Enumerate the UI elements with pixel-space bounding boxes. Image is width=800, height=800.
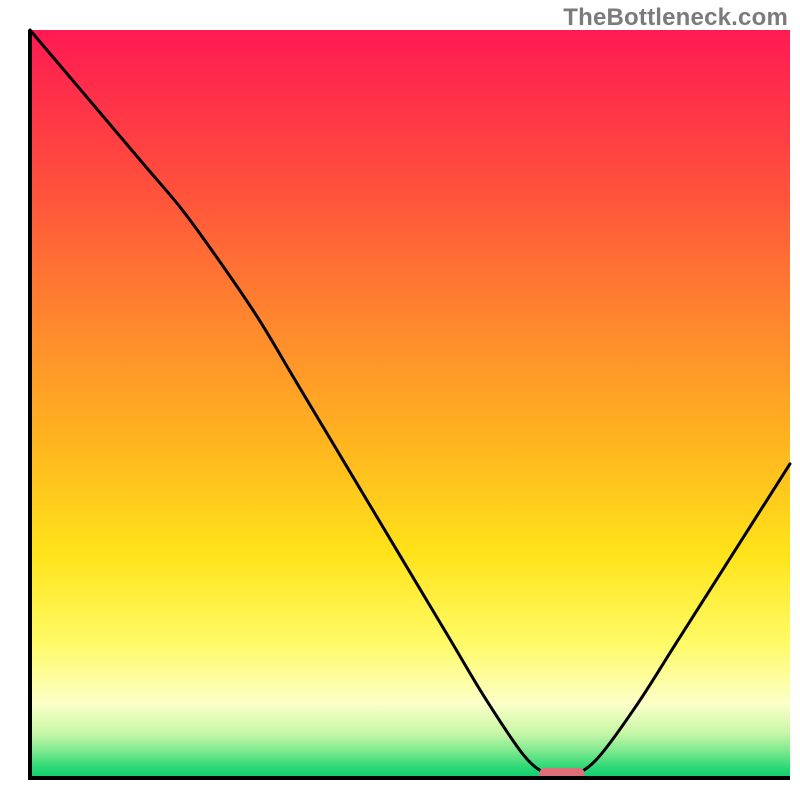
bottleneck-curve-chart	[0, 0, 800, 800]
gradient-background	[30, 30, 790, 778]
watermark-text: TheBottleneck.com	[563, 4, 788, 32]
chart-container: TheBottleneck.com	[0, 0, 800, 800]
